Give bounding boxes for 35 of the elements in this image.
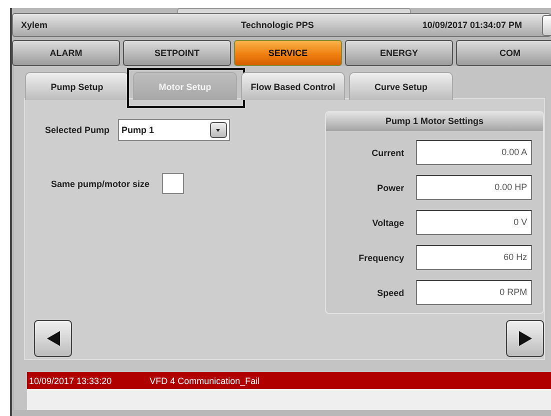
- alarm-message: VFD 4 Communication_Fail: [150, 376, 260, 386]
- field-label: Selected Pump: [45, 125, 110, 135]
- window-title: Technologic PPS: [241, 20, 315, 30]
- setting-label: Current: [370, 148, 404, 158]
- left-arrow-icon: [46, 331, 60, 346]
- next-button[interactable]: [506, 320, 544, 357]
- main-tab[interactable]: SETPOINT: [123, 40, 231, 66]
- sub-tab[interactable]: Curve Setup: [349, 72, 453, 100]
- main-tab[interactable]: SERVICE: [234, 40, 342, 66]
- value-field[interactable]: 0.00 A: [416, 140, 532, 165]
- corner-button[interactable]: [542, 15, 551, 36]
- checkbox[interactable]: [162, 173, 184, 194]
- setting-label: Voltage: [371, 218, 404, 228]
- alarm-row[interactable]: 10/09/2017 13:33:20 VFD 4 Communication_Fail: [27, 372, 551, 389]
- setting-label: Power: [376, 182, 404, 192]
- value-field[interactable]: 0 V: [416, 210, 532, 235]
- pump-dropdown[interactable]: Pump 1: [118, 119, 230, 141]
- sub-tab[interactable]: Flow Based Control: [241, 72, 345, 100]
- caret-icon: [216, 128, 220, 132]
- previous-button[interactable]: [34, 320, 72, 357]
- checkbox-label: Same pump/motor size: [51, 178, 150, 188]
- main-tab[interactable]: ALARM: [12, 40, 120, 66]
- alarm-time: 10/09/2017 13:33:20: [29, 376, 112, 386]
- main-tab[interactable]: COM: [456, 40, 551, 66]
- right-arrow-icon: [518, 331, 532, 346]
- value-field[interactable]: 0.00 HP: [416, 175, 532, 200]
- brand-label: Xylem: [21, 20, 49, 30]
- setting-label: Frequency: [358, 252, 404, 262]
- value-field[interactable]: 0 RPM: [416, 280, 532, 305]
- main-tab[interactable]: ENERGY: [345, 40, 453, 66]
- value-field[interactable]: 60 Hz: [416, 245, 532, 270]
- group-title: Pump 1 Motor Settings: [326, 112, 543, 131]
- setting-label: Speed: [376, 288, 404, 298]
- sub-tab[interactable]: Pump Setup: [25, 72, 129, 100]
- date-time: 10/09/2017 01:34:07 PM: [422, 20, 522, 30]
